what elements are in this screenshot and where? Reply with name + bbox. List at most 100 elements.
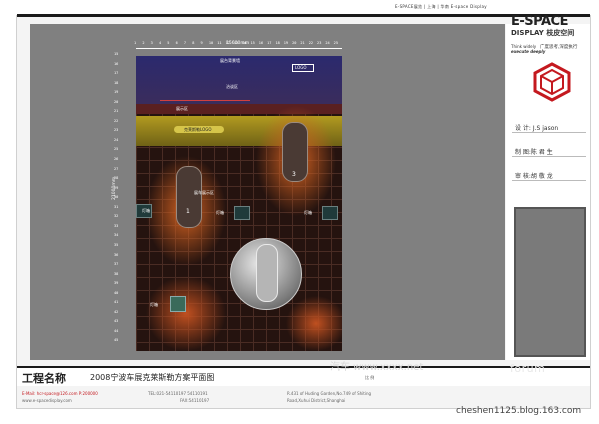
left-ruler-tick: 21 [114, 109, 119, 114]
top-border-line [17, 14, 590, 17]
blog-watermark: cheshen1125.blog.163.com [456, 406, 582, 416]
slogan-cn: 广度思考,深度执行 [540, 45, 578, 50]
left-ruler-tick: 25 [114, 147, 119, 152]
left-ruler-tick: 31 [114, 204, 119, 209]
lower-left-glow [146, 276, 226, 351]
left-ruler-tick: 33 [114, 223, 119, 228]
logo-sub-cn: 枝皮空间 [546, 29, 575, 37]
top-ruler-tick: 24 [325, 41, 330, 45]
top-ruler: 1 2 3 4 5 6 7 8 9 10 11 12 13 14 15 16 17 18 19 20 21 22 23 24 2… [134, 41, 344, 47]
left-ruler-tick: 40 [114, 290, 119, 295]
company-header-line: E-SPACE展览 | 上海 | 华南 E-space Display [395, 4, 487, 9]
project-name: 2008宁波车展克莱斯勒方案平面图 [90, 373, 215, 382]
left-ruler-tick: 26 [114, 157, 119, 162]
light-box-3-label: 灯箱 [304, 210, 312, 215]
left-ruler-tick: 17 [114, 71, 119, 76]
top-ruler-tick: 20 [292, 41, 297, 45]
left-ruler-tick: 34 [114, 233, 119, 238]
top-ruler-tick: 12 [225, 41, 230, 45]
watermark: 汽车 www.xxxx.net [330, 362, 424, 373]
top-ruler-tick: 8 [192, 41, 195, 45]
left-ruler-tick: 19 [114, 90, 119, 95]
top-ruler-tick: 22 [308, 41, 314, 45]
left-ruler-tick: 22 [114, 118, 119, 123]
left-ruler-tick: 20 [114, 99, 119, 104]
left-ruler-tick: 36 [114, 252, 119, 257]
floor-plan: 展台背景墙 洽谈区 LOGO 展示区 克莱斯勒LOGO 1 3 展车展示区 灯箱… [136, 56, 342, 351]
top-ruler-tick: 13 [233, 41, 239, 45]
address-line-1: R.431 of Huding Garden,No.749 of Shiting [287, 391, 372, 396]
left-ruler-tick: 39 [114, 281, 119, 286]
left-ruler-tick: 28 [114, 176, 119, 181]
company-logo: E-SPACE [511, 14, 568, 29]
divider-3 [512, 180, 586, 181]
light-box-2 [234, 206, 250, 220]
left-ruler-tick: 27 [114, 166, 119, 171]
left-ruler-tick: 38 [114, 271, 119, 276]
left-ruler-tick: 45 [114, 338, 119, 343]
top-ruler-tick: 18 [275, 41, 280, 45]
yellow-logo-label: 克莱斯勒LOGO [184, 127, 212, 132]
red-line [160, 100, 250, 101]
left-ruler-tick: 44 [114, 328, 119, 333]
car-3-number: 3 [292, 171, 296, 178]
address-line-2: Road,Xuhui District,Shanghai [287, 398, 346, 403]
top-ruler-tick: 1 [134, 41, 137, 45]
car-area-label: 展车展示区 [194, 190, 214, 195]
left-ruler-tick: 35 [114, 242, 119, 247]
light-box-2-label: 灯箱 [216, 210, 224, 215]
left-ruler-tick: 15 [114, 52, 119, 56]
backwall-label: 展台背景墙 [220, 58, 240, 63]
stair-label: 展示区 [176, 106, 188, 111]
left-ruler-tick: 24 [114, 137, 119, 142]
drafter-field: 制 图:陈 君 生 [515, 149, 553, 156]
left-ruler-tick: 41 [114, 300, 119, 305]
car-on-turntable [256, 244, 278, 302]
scale-note: 比 例 [365, 375, 375, 380]
top-ruler-tick: 23 [317, 41, 322, 45]
light-box-1-label: 灯箱 [142, 208, 150, 213]
lower-right-glow [286, 296, 342, 351]
top-ruler-tick: 7 [183, 41, 187, 45]
left-ruler-tick: 30 [114, 195, 119, 200]
company-logo-sub: DISPLAY 枝皮空间 [511, 28, 574, 38]
left-ruler-tick: 32 [114, 214, 119, 219]
left-ruler-tick: 29 [114, 185, 119, 190]
left-ruler: 15 16 17 18 19 20 21 22 23 24 25 26 27 28 29 30 31 32 33 34… [112, 52, 124, 352]
left-ruler-tick: 37 [114, 262, 119, 267]
top-ruler-tick: 6 [175, 41, 178, 45]
car-1 [176, 166, 202, 228]
info-desk [170, 296, 186, 312]
top-ruler-tick: 11 [217, 41, 222, 45]
top-ruler-tick: 14 [242, 41, 247, 45]
top-ruler-tick: 16 [258, 41, 264, 45]
top-ruler-tick: 19 [283, 41, 289, 45]
top-ruler-tick: 25 [333, 41, 338, 45]
title-block-grey-box [514, 207, 586, 357]
divider-2 [512, 156, 586, 157]
top-ruler-tick: 17 [267, 41, 272, 45]
top-ruler-tick: 9 [200, 41, 203, 45]
top-ruler-tick: 3 [150, 41, 153, 45]
forum-watermark: forum [510, 362, 546, 375]
web-text: www.e-spacedisplay.com [22, 398, 72, 403]
divider-1 [512, 132, 586, 133]
width-dimension-line [136, 48, 342, 49]
negotiation-label: 洽谈区 [226, 84, 238, 89]
logo-top-label: LOGO [295, 65, 307, 70]
top-ruler-tick: 21 [300, 41, 305, 45]
reviewer-field: 审 核:胡 敬 龙 [515, 173, 553, 180]
light-box-3 [322, 206, 338, 220]
left-ruler-tick: 18 [114, 80, 119, 85]
left-ruler-tick: 43 [114, 319, 119, 324]
left-ruler-tick: 16 [114, 61, 119, 66]
top-ruler-tick: 5 [167, 41, 170, 45]
light-box-4-label: 灯箱 [150, 302, 158, 307]
car-1-number: 1 [186, 208, 190, 215]
top-ruler-tick: 4 [158, 41, 162, 45]
email-text: E-Mail: hcr-space@126.com P:200000 [22, 391, 98, 396]
left-ruler-tick: 23 [114, 128, 119, 133]
tel-text: TEL:021-54110197 54110191 [148, 391, 208, 396]
left-ruler-tick: 42 [114, 309, 119, 314]
logo-sub-en: DISPLAY [511, 29, 544, 37]
